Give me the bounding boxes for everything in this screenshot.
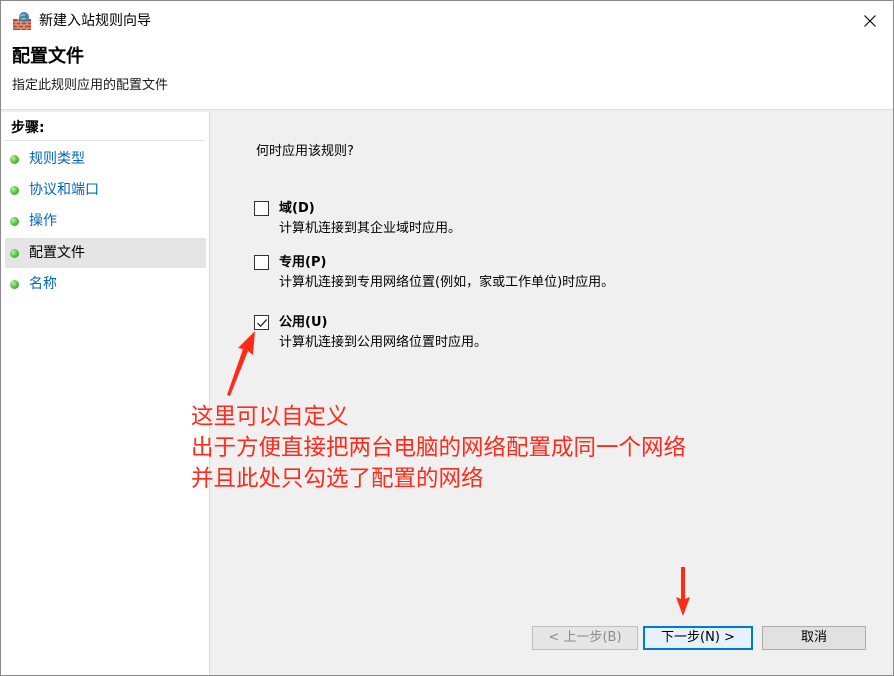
firewall-app-icon: [13, 12, 31, 30]
step-rule-type[interactable]: 规则类型: [5, 144, 206, 174]
step-label: 配置文件: [29, 245, 85, 261]
main-content: 何时应用该规则? 域(D) 计算机连接到其企业域时应用。 专用(P) 计算机连接…: [213, 112, 893, 675]
private-checkbox[interactable]: [254, 255, 269, 270]
option-title[interactable]: 域(D): [279, 200, 315, 218]
step-profile[interactable]: 配置文件: [5, 238, 206, 268]
step-status-dot-icon: [10, 216, 19, 226]
annotation-arrow-icon: [227, 331, 255, 396]
step-name[interactable]: 名称: [5, 269, 206, 299]
step-label: 协议和端口: [29, 182, 99, 198]
step-label: 操作: [29, 213, 57, 229]
option-description: 计算机连接到专用网络位置(例如，家或工作单位)时应用。: [279, 275, 615, 290]
steps-sidebar: 步骤: 规则类型 协议和端口 操作 配置文件 名称: [1, 112, 210, 675]
step-protocol-and-ports[interactable]: 协议和端口: [5, 175, 206, 205]
next-button[interactable]: 下一步(N) >: [643, 626, 753, 650]
annotation-line: 这里可以自定义: [191, 404, 349, 430]
annotation-line: 出于方便直接把两台电脑的网络配置成同一个网络: [191, 435, 687, 461]
page-title: 配置文件: [12, 46, 84, 67]
steps-divider: [5, 140, 205, 141]
step-status-dot-icon: [10, 248, 19, 258]
step-status-dot-icon: [10, 279, 19, 289]
page-subtitle: 指定此规则应用的配置文件: [12, 78, 169, 93]
close-icon: [864, 15, 876, 27]
title-bar[interactable]: 新建入站规则向导: [1, 1, 893, 41]
annotation-line: 并且此处只勾选了配置的网络: [191, 466, 484, 492]
close-button[interactable]: [847, 1, 893, 41]
option-title[interactable]: 专用(P): [279, 254, 326, 272]
step-label: 名称: [29, 276, 57, 292]
next-arrow-icon: [676, 567, 690, 616]
domain-checkbox[interactable]: [254, 201, 269, 216]
checkmark-icon: [257, 319, 268, 328]
option-title[interactable]: 公用(U): [279, 314, 327, 332]
option-description: 计算机连接到公用网络位置时应用。: [279, 335, 488, 350]
public-checkbox[interactable]: [254, 315, 269, 330]
wizard-header: 配置文件 指定此规则应用的配置文件: [1, 41, 893, 110]
steps-heading: 步骤:: [11, 120, 45, 136]
step-status-dot-icon: [10, 154, 19, 164]
step-action[interactable]: 操作: [5, 206, 206, 236]
window-title: 新建入站规则向导: [39, 13, 151, 29]
step-label: 规则类型: [29, 151, 85, 167]
cancel-button[interactable]: 取消: [762, 626, 866, 650]
question-label: 何时应用该规则?: [256, 144, 354, 159]
back-button[interactable]: < 上一步(B): [532, 626, 638, 650]
annotation-note: 这里可以自定义 出于方便直接把两台电脑的网络配置成同一个网络 并且此处只勾选了配…: [191, 402, 686, 495]
wizard-window: 新建入站规则向导 配置文件 指定此规则应用的配置文件 步骤: 规则类型 协议和端…: [0, 0, 894, 676]
step-status-dot-icon: [10, 185, 19, 195]
option-description: 计算机连接到其企业域时应用。: [279, 221, 462, 236]
